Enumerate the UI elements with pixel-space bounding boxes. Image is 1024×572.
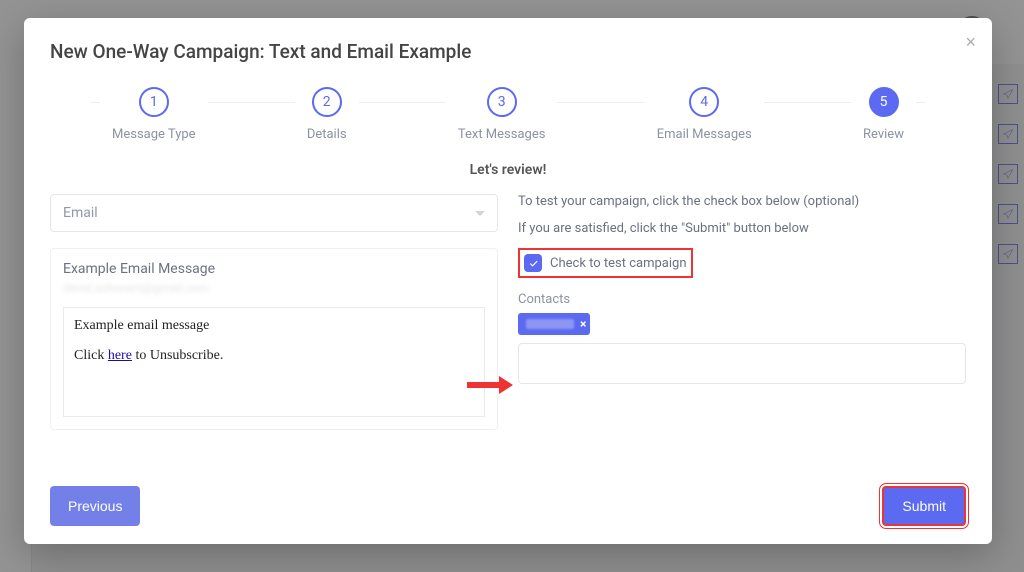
preview-card: Example Email Message david.schonert@gma… (50, 248, 498, 430)
step-review[interactable]: 5 Review (851, 87, 916, 142)
select-value: Email (63, 205, 98, 221)
contact-chip-text-redacted (526, 319, 574, 329)
test-campaign-checkbox[interactable] (524, 254, 542, 272)
preview-line2: Click here to Unsubscribe. (74, 348, 474, 364)
instruction-line1: To test your campaign, click the check b… (518, 194, 966, 209)
step-circle: 2 (312, 87, 342, 117)
preview-line1: Example email message (74, 318, 474, 334)
chevron-down-icon (475, 211, 485, 216)
step-label: Review (863, 127, 904, 142)
step-text-messages[interactable]: 3 Text Messages (446, 87, 558, 142)
close-button[interactable]: × (965, 32, 976, 53)
campaign-modal: × New One-Way Campaign: Text and Email E… (24, 18, 992, 544)
review-heading: Let's review! (50, 162, 966, 178)
step-circle: 4 (689, 87, 719, 117)
step-circle: 3 (487, 87, 517, 117)
step-email-messages[interactable]: 4 Email Messages (645, 87, 764, 142)
modal-title: New One-Way Campaign: Text and Email Exa… (50, 40, 966, 63)
preview-title: Example Email Message (63, 261, 485, 277)
chip-remove-icon[interactable]: × (580, 317, 586, 331)
step-label: Message Type (112, 127, 196, 142)
right-column: To test your campaign, click the check b… (518, 194, 966, 474)
preview-body: Example email message Click here to Unsu… (63, 307, 485, 417)
message-type-select[interactable]: Email (50, 194, 498, 232)
test-campaign-label: Check to test campaign (550, 256, 687, 271)
contact-chip: × (518, 313, 590, 335)
step-message-type[interactable]: 1 Message Type (100, 87, 208, 142)
step-label: Details (307, 127, 347, 142)
contacts-input[interactable] (518, 343, 966, 384)
step-circle: 5 (869, 87, 899, 117)
instruction-line2: If you are satisfied, click the "Submit"… (518, 221, 966, 236)
left-column: Email Example Email Message david.schone… (50, 194, 498, 474)
test-campaign-row: Check to test campaign (518, 248, 693, 278)
close-icon: × (965, 32, 976, 52)
modal-body: Email Example Email Message david.schone… (50, 194, 966, 474)
unsubscribe-link[interactable]: here (108, 348, 132, 363)
step-circle: 1 (139, 87, 169, 117)
check-icon (528, 258, 539, 269)
step-label: Text Messages (458, 127, 546, 142)
modal-footer: Previous Submit (50, 486, 966, 526)
step-label: Email Messages (657, 127, 752, 142)
preview-from-redacted: david.schonert@gmail.com (63, 281, 485, 295)
step-details[interactable]: 2 Details (295, 87, 359, 142)
stepper: 1 Message Type 2 Details 3 Text Messages… (50, 87, 966, 142)
previous-button[interactable]: Previous (50, 486, 140, 526)
contacts-label: Contacts (518, 292, 966, 307)
submit-button[interactable]: Submit (882, 486, 966, 526)
